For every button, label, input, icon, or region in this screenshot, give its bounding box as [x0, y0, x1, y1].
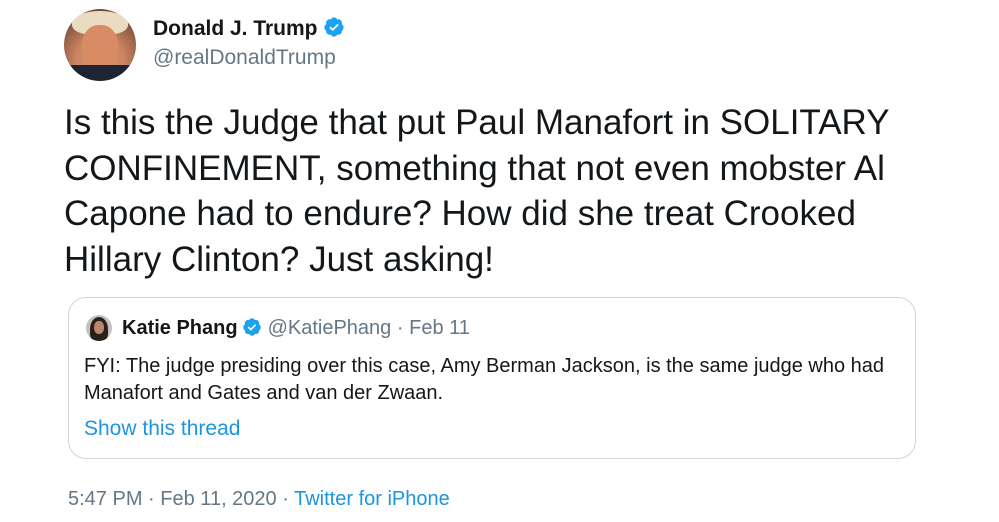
verified-badge-icon: [323, 17, 344, 38]
quoted-avatar-face: [94, 321, 104, 334]
quoted-tweet-date[interactable]: Feb 11: [409, 317, 470, 339]
show-thread-link[interactable]: Show this thread: [84, 417, 240, 441]
tweet-time[interactable]: 5:47 PM: [68, 488, 142, 510]
quoted-author-avatar[interactable]: [86, 315, 112, 341]
tweet-text: Is this the Judge that put Paul Manafort…: [64, 103, 889, 279]
author-name-row[interactable]: Donald J. Trump: [153, 17, 345, 41]
tweet-meta: 5:47 PM · Feb 11, 2020 · Twitter for iPh…: [68, 488, 450, 511]
meta-separator: ·: [282, 488, 289, 510]
quoted-tweet-header: Katie Phang @KatiePhang · Feb 11: [122, 317, 470, 340]
verified-badge-icon: [242, 318, 261, 336]
author-handle[interactable]: @realDonaldTrump: [153, 46, 336, 70]
avatar-suit: [64, 65, 136, 81]
author-name[interactable]: Donald J. Trump: [153, 17, 318, 40]
tweet-source-link[interactable]: Twitter for iPhone: [294, 488, 450, 510]
quoted-tweet[interactable]: Katie Phang @KatiePhang · Feb 11 FYI: The…: [68, 297, 916, 459]
quoted-header-separator: ·: [396, 317, 404, 339]
quoted-author-handle[interactable]: @KatiePhang: [268, 317, 392, 339]
tweet-date[interactable]: Feb 11, 2020: [160, 488, 276, 510]
author-avatar[interactable]: [64, 9, 136, 81]
quoted-author-name[interactable]: Katie Phang: [122, 317, 238, 339]
avatar-face: [82, 25, 118, 69]
quoted-tweet-text: FYI: The judge presiding over this case,…: [84, 355, 885, 404]
meta-separator: ·: [148, 488, 155, 510]
